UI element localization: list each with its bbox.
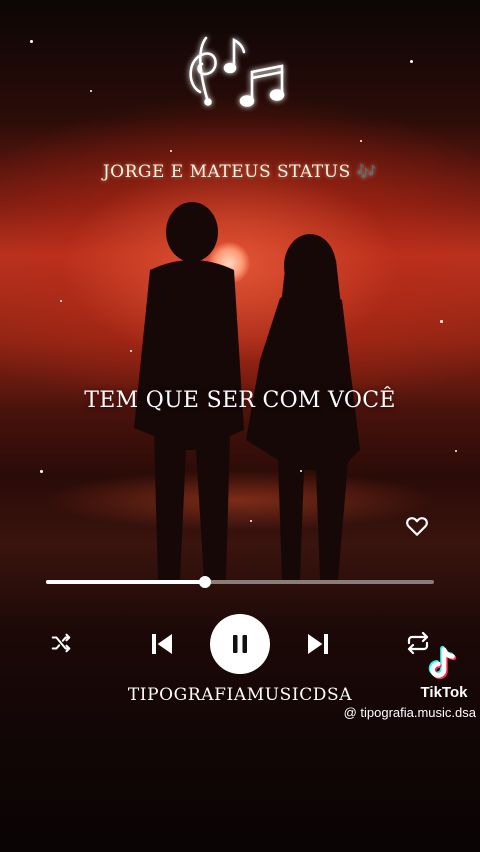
progress-fill [46,580,206,584]
dust-speck [440,320,443,323]
header-title-text: JORGE E MATEUS STATUS [102,162,351,182]
next-icon [308,634,328,654]
shuffle-button[interactable] [48,630,74,656]
dust-speck [170,150,172,152]
dust-speck [300,470,302,472]
dust-speck [410,60,413,63]
progress-knob[interactable] [199,576,212,588]
dust-speck [90,90,92,92]
pause-icon [233,635,247,653]
video-frame: JORGE E MATEUS STATUS 🎶 TEM QUE SER COM V… [0,0,480,852]
shuffle-icon [51,633,71,653]
pause-button[interactable] [210,614,270,674]
dust-speck [60,300,62,302]
music-note-emoji-icon: 🎶 [356,162,378,181]
dust-speck [130,350,132,352]
previous-button[interactable] [146,628,178,660]
tiktok-wordmark: TikTok [420,684,468,701]
tiktok-logo-icon [428,645,457,680]
previous-icon [152,634,172,654]
video-header: JORGE E MATEUS STATUS 🎶 [0,162,480,182]
progress-bar[interactable] [46,576,434,588]
dust-speck [360,140,362,142]
heart-icon[interactable] [404,513,430,539]
dust-speck [30,40,33,43]
next-button[interactable] [302,628,334,660]
brand-caption: TIPOGRAFIAMUSICDSA [127,685,353,705]
dust-speck [455,450,457,452]
dust-speck [250,520,252,522]
lyric-caption: TEM QUE SER COM VOCÊ [84,388,396,413]
tiktok-handle: @ tipografia.music.dsa [343,705,476,720]
dust-speck [40,470,43,473]
music-notes-icon [189,36,285,107]
